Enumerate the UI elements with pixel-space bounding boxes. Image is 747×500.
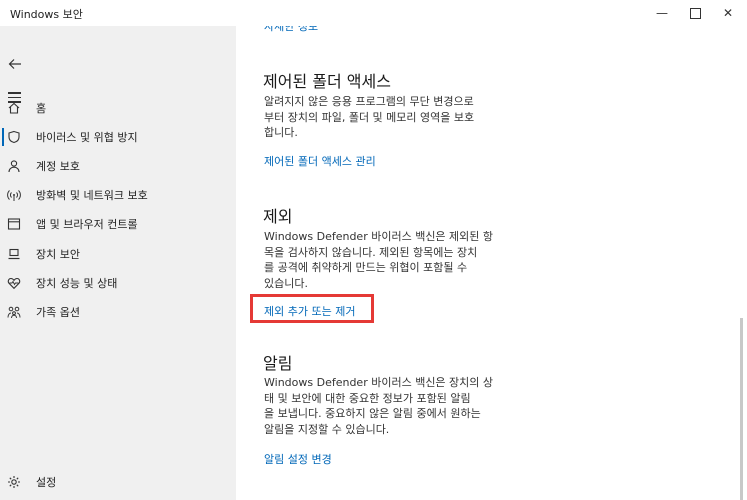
sidebar-item-label: 방화벽 및 네트워크 보호	[36, 189, 148, 202]
sidebar-item-app-browser-control[interactable]: 앱 및 브라우저 컨트롤	[0, 210, 236, 238]
main-content: 자세한 정보 제어된 폴더 액세스 알려지지 않은 응용 프로그램의 무단 변경…	[236, 0, 747, 500]
sidebar-item-label: 장치 성능 및 상태	[36, 277, 118, 290]
family-icon	[7, 306, 21, 319]
change-notification-settings-link[interactable]: 알림 설정 변경	[264, 451, 332, 467]
sidebar-item-label: 계정 보호	[36, 160, 80, 173]
window-title: Windows 보안	[10, 8, 83, 21]
sidebar-item-settings[interactable]: 설정	[0, 468, 236, 496]
exclusions-description: Windows Defender 바이러스 백신은 제외된 항 목을 검사하지 …	[264, 229, 504, 291]
description-line: 를 공격에 취약하게 만드는 위협이 포함될 수	[264, 261, 468, 274]
sidebar-item-family-options[interactable]: 가족 옵션	[0, 298, 236, 326]
controlled-folder-description: 알려지지 않은 응용 프로그램의 무단 변경으로 부터 장치의 파일, 폴더 및…	[264, 94, 504, 141]
description-line: 알림을 지정할 수 있습니다.	[264, 422, 390, 436]
exclusions-title: 제외	[263, 207, 293, 226]
minimize-icon: —	[656, 6, 668, 20]
highlight-box	[250, 294, 374, 323]
sidebar-item-device-performance[interactable]: 장치 성능 및 상태	[0, 269, 236, 297]
title-bar: Windows 보안 — ✕	[0, 0, 747, 26]
person-icon	[8, 160, 20, 173]
sidebar-item-label: 홈	[36, 102, 47, 115]
sidebar-item-label: 바이러스 및 위협 방지	[36, 131, 138, 144]
description-line: Windows Defender 바이러스 백신은 제외된 항	[264, 230, 494, 243]
description-line: 태 및 보안에 대한 중요한 정보가 포함된 알림	[264, 391, 471, 405]
sidebar-item-firewall[interactable]: 방화벽 및 네트워크 보호	[0, 181, 236, 209]
sidebar-item-label: 설정	[36, 476, 57, 489]
sidebar-item-home[interactable]: 홈	[0, 94, 236, 122]
sidebar-item-label: 앱 및 브라우저 컨트롤	[36, 218, 138, 231]
app-window-icon	[7, 218, 21, 230]
sidebar-item-label: 가족 옵션	[36, 306, 80, 319]
sidebar-item-device-security[interactable]: 장치 보안	[0, 240, 236, 268]
home-icon	[8, 102, 20, 114]
description-line: 목을 검사하지 않습니다. 제외된 항목에는 장치	[264, 245, 478, 259]
back-arrow-icon[interactable]	[8, 57, 22, 71]
sidebar-item-virus-protection[interactable]: 바이러스 및 위협 방지	[0, 123, 236, 151]
close-icon: ✕	[722, 6, 734, 20]
sidebar: 홈 바이러스 및 위협 방지 계정 보호 방화벽 및 네트워크 보호 앱 및 브…	[0, 26, 236, 500]
description-line: 을 보냅니다. 중요하지 않은 알림 중에서 원하는	[264, 407, 481, 420]
sidebar-item-account-protection[interactable]: 계정 보호	[0, 152, 236, 180]
sidebar-item-label: 장치 보안	[36, 248, 80, 261]
controlled-folder-title: 제어된 폴더 액세스	[263, 72, 391, 91]
manage-controlled-folder-link[interactable]: 제어된 폴더 액세스 관리	[264, 153, 376, 169]
laptop-icon	[8, 248, 20, 260]
shield-icon	[8, 130, 20, 144]
wifi-antenna-icon	[7, 190, 21, 201]
description-line: 알려지지 않은 응용 프로그램의 무단 변경으로	[264, 95, 474, 108]
description-line: 있습니다.	[264, 276, 308, 290]
maximize-icon	[689, 7, 701, 19]
description-line: 부터 장치의 파일, 폴더 및 메모리 영역을 보호	[264, 110, 475, 124]
heart-pulse-icon	[7, 277, 21, 290]
gear-icon	[8, 476, 20, 488]
description-line: Windows Defender 바이러스 백신은 장치의 상	[264, 376, 494, 389]
notifications-description: Windows Defender 바이러스 백신은 장치의 상 태 및 보안에 …	[264, 375, 504, 437]
close-button[interactable]: ✕	[705, 0, 747, 26]
scrollbar-thumb[interactable]	[740, 318, 743, 500]
description-line: 합니다.	[264, 126, 298, 139]
notifications-title: 알림	[263, 354, 293, 373]
